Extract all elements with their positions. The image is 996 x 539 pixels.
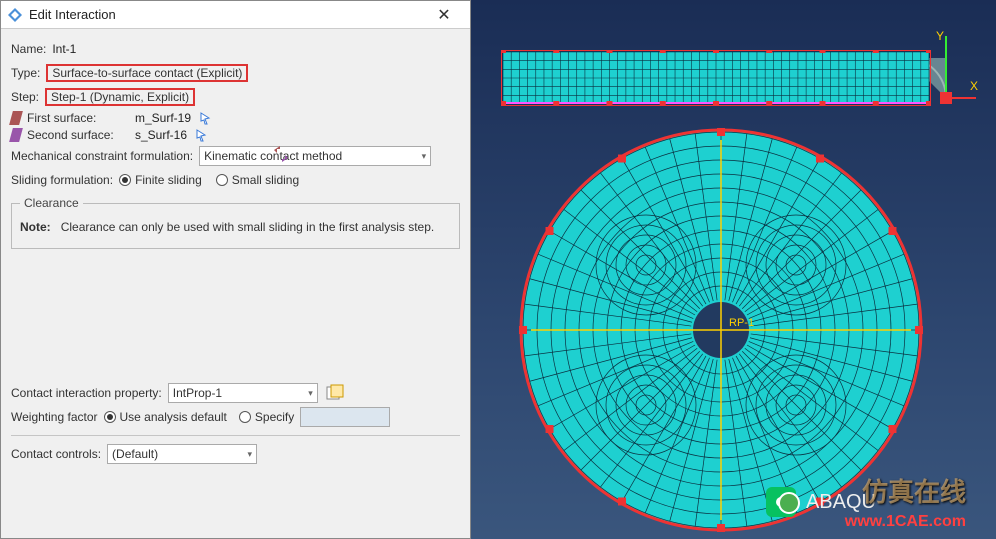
swap-surfaces-icon[interactable] — [271, 145, 291, 163]
plate-mesh — [501, 50, 931, 106]
type-value: Surface-to-surface contact (Explicit) — [46, 64, 248, 82]
weighting-specify-input[interactable] — [300, 407, 390, 427]
sliding-label: Sliding formulation: — [11, 173, 113, 187]
weighting-label: Weighting factor — [11, 410, 98, 424]
chevron-down-icon: ▾ — [248, 449, 253, 460]
step-value: Step-1 (Dynamic, Explicit) — [45, 88, 195, 106]
contact-controls-select[interactable]: (Default) ▾ — [107, 444, 257, 464]
name-value: Int-1 — [52, 42, 76, 56]
clearance-legend: Clearance — [20, 196, 83, 210]
finite-sliding-radio[interactable] — [119, 174, 131, 186]
step-label: Step: — [11, 90, 39, 104]
abaqus-icon — [7, 7, 23, 23]
first-surface-icon — [9, 111, 23, 125]
mech-formulation-select[interactable]: Kinematic contact method ▾ — [199, 146, 431, 166]
dialog-title: Edit Interaction — [29, 7, 424, 22]
weighting-specify-radio[interactable] — [239, 411, 251, 423]
first-surface-value: m_Surf-19 — [135, 111, 191, 125]
clearance-note-label: Note: — [20, 220, 51, 234]
contact-controls-label: Contact controls: — [11, 447, 101, 461]
contact-prop-select[interactable]: IntProp-1 ▾ — [168, 383, 318, 403]
weighting-default-label: Use analysis default — [120, 410, 227, 424]
close-icon[interactable]: ✕ — [424, 5, 464, 25]
edit-interaction-dialog: Edit Interaction ✕ Name: Int-1 Type: Sur… — [0, 0, 471, 539]
dialog-body: Name: Int-1 Type: Surface-to-surface con… — [1, 29, 470, 538]
pick-arrow-icon-2[interactable] — [195, 128, 209, 142]
url-watermark: www.1CAE.com — [845, 513, 966, 531]
viewport[interactable]: 1CAE.COM X Y RP-1 ABAQU 仿真在线 www.1CAE.co… — [471, 0, 996, 539]
weighting-specify-label: Specify — [255, 410, 294, 424]
name-label: Name: — [11, 42, 46, 56]
pick-arrow-icon[interactable] — [199, 111, 213, 125]
clearance-note-text: Clearance can only be used with small sl… — [61, 220, 435, 234]
finite-sliding-label: Finite sliding — [135, 173, 202, 187]
mech-formulation-label: Mechanical constraint formulation: — [11, 149, 193, 163]
property-manager-icon[interactable] — [326, 384, 344, 402]
rp-label: RP-1 — [729, 317, 754, 329]
axis-y-label: Y — [936, 30, 944, 43]
titlebar: Edit Interaction ✕ — [1, 1, 470, 29]
clearance-group: Clearance Note: Clearance can only be us… — [11, 196, 460, 249]
axis-x-label: X — [970, 79, 978, 93]
cn-watermark: 仿真在线 — [862, 472, 966, 509]
second-surface-value: s_Surf-16 — [135, 128, 187, 142]
weighting-default-radio[interactable] — [104, 411, 116, 423]
chevron-down-icon: ▾ — [422, 151, 427, 162]
contact-prop-value: IntProp-1 — [173, 386, 222, 400]
type-label: Type: — [11, 66, 40, 80]
contact-controls-value: (Default) — [112, 447, 158, 461]
second-surface-icon — [9, 128, 23, 142]
chevron-down-icon: ▾ — [308, 388, 313, 399]
contact-prop-label: Contact interaction property: — [11, 386, 162, 400]
small-sliding-radio[interactable] — [216, 174, 228, 186]
first-surface-label: First surface: — [27, 111, 129, 125]
small-sliding-label: Small sliding — [232, 173, 299, 187]
second-surface-label: Second surface: — [27, 128, 129, 142]
